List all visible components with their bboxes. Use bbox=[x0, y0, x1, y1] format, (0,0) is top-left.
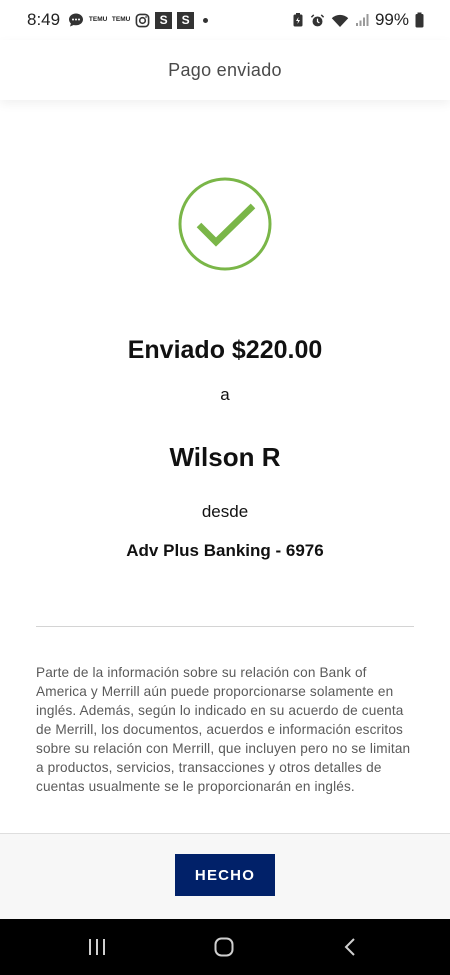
instagram-icon bbox=[135, 13, 150, 28]
recents-icon bbox=[89, 939, 105, 955]
battery-percentage: 99% bbox=[374, 10, 409, 29]
signal-icon bbox=[355, 13, 369, 27]
battery-saver-icon bbox=[292, 12, 304, 28]
status-time: 8:49 bbox=[27, 10, 61, 29]
from-label: desde bbox=[201, 502, 249, 521]
home-icon bbox=[214, 937, 234, 957]
wifi-icon bbox=[331, 13, 349, 28]
back-icon bbox=[344, 938, 355, 956]
source-account: Adv Plus Banking - 6976 bbox=[126, 541, 324, 560]
battery-icon bbox=[415, 12, 424, 28]
messages-icon bbox=[68, 12, 84, 28]
temu-icon: TEMU bbox=[111, 16, 131, 23]
android-nav-bar bbox=[0, 919, 450, 975]
check-circle-icon bbox=[178, 177, 272, 271]
s-app-icon: S bbox=[177, 11, 195, 29]
recents-button[interactable] bbox=[67, 919, 127, 975]
back-button[interactable] bbox=[320, 919, 380, 975]
app-header: Pago enviado bbox=[0, 40, 450, 100]
sent-amount: Enviado $220.00 bbox=[127, 336, 323, 364]
alarm-icon bbox=[310, 13, 325, 28]
divider bbox=[36, 626, 414, 627]
temu-label: TEMU bbox=[111, 16, 131, 23]
home-button[interactable] bbox=[194, 919, 254, 975]
recipient-name: Wilson R bbox=[169, 442, 281, 472]
disclaimer-text: Parte de la información sobre su relació… bbox=[36, 665, 411, 794]
more-notifications-dot-icon bbox=[203, 17, 209, 23]
status-right: 99% bbox=[292, 10, 424, 30]
done-button[interactable]: HECHO bbox=[175, 854, 275, 896]
to-label: a bbox=[220, 385, 230, 404]
status-bar: 8:49 TEMU TEMU S S 99% bbox=[0, 0, 450, 40]
temu-label: TEMU bbox=[88, 16, 108, 23]
s-app-icon: S bbox=[155, 11, 173, 29]
footer: HECHO bbox=[0, 833, 450, 919]
page-title: Pago enviado bbox=[168, 59, 282, 80]
temu-icon: TEMU bbox=[88, 16, 108, 23]
status-left: 8:49 TEMU TEMU S S bbox=[27, 10, 209, 30]
